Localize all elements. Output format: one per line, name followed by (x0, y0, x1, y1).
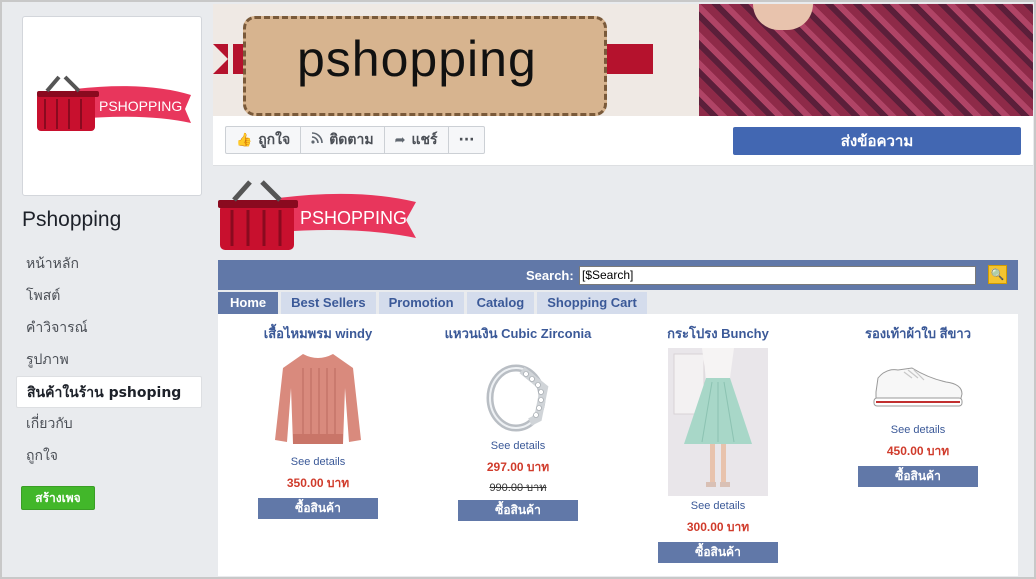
like-button[interactable]: 👍 ถูกใจ (226, 127, 302, 153)
product-card: เสื้อไหมพรม windy See details 350.00 บาท… (218, 314, 418, 519)
buy-button[interactable]: ซื้อสินค้า (658, 542, 778, 563)
product-title[interactable]: กระโปรง Bunchy (618, 323, 818, 344)
product-image-ring[interactable] (478, 348, 558, 436)
search-label: Search: (526, 268, 574, 283)
buy-button[interactable]: ซื้อสินค้า (858, 466, 978, 487)
product-price: 350.00 บาท (286, 476, 350, 490)
see-details-link[interactable]: See details (218, 456, 418, 468)
sidebar-item-likes[interactable]: ถูกใจ (16, 440, 202, 472)
product-title[interactable]: แหวนเงิน Cubic Zirconia (418, 323, 618, 344)
product-old-price: 990.00 บาท (489, 482, 547, 494)
sidebar-item-about[interactable]: เกี่ยวกับ (16, 408, 202, 440)
shop-tabs: Home Best Sellers Promotion Catalog Shop… (218, 292, 650, 314)
product-title[interactable]: เสื้อไหมพรม windy (218, 323, 418, 344)
product-card: รองเท้าผ้าใบ สีขาว See details 450.00 บา… (818, 314, 1018, 487)
tab-promotion[interactable]: Promotion (378, 292, 464, 314)
pshopping-logo: PSHOPPING (35, 75, 195, 139)
svg-text:PSHOPPING: PSHOPPING (300, 208, 407, 228)
tab-catalog[interactable]: Catalog (466, 292, 535, 314)
sidebar-item-reviews[interactable]: คำวิจารณ์ (16, 312, 202, 344)
share-arrow-icon: ➦ (394, 132, 406, 148)
cover-model-image (699, 4, 1033, 116)
product-title[interactable]: รองเท้าผ้าใบ สีขาว (818, 323, 1018, 344)
see-details-link[interactable]: See details (818, 424, 1018, 436)
profile-picture[interactable]: PSHOPPING (22, 16, 202, 196)
product-image-skirt[interactable] (668, 348, 768, 496)
sidebar-item-photos[interactable]: รูปภาพ (16, 344, 202, 376)
product-card: กระโปรง Bunchy See details 300.00 บาท ซื… (618, 314, 818, 563)
product-image-sneaker[interactable] (868, 348, 968, 420)
product-image-sweater[interactable] (273, 348, 363, 452)
sidebar-nav: หน้าหลัก โพสต์ คำวิจารณ์ รูปภาพ สินค้าใน… (16, 248, 202, 472)
product-price: 300.00 บาท (686, 520, 750, 534)
thumbs-up-icon: 👍 (236, 132, 253, 148)
cover-photo[interactable]: pshopping (213, 4, 1033, 116)
sidebar-item-posts[interactable]: โพสต์ (16, 280, 202, 312)
shop-logo: PSHOPPING (218, 180, 418, 256)
follow-button[interactable]: ติดตาม (301, 127, 385, 153)
page-action-bar: 👍 ถูกใจ ติดตาม ➦ แชร์ ··· ส่งข้อความ (213, 116, 1033, 166)
product-card: แหวนเงิน Cubic Zirconia See details 297.… (418, 314, 618, 521)
search-icon[interactable]: 🔍 (988, 265, 1007, 284)
buy-button[interactable]: ซื้อสินค้า (258, 498, 378, 519)
action-button-group: 👍 ถูกใจ ติดตาม ➦ แชร์ ··· (225, 126, 486, 154)
page-title: Pshopping (22, 208, 122, 231)
sidebar-item-home[interactable]: หน้าหลัก (16, 248, 202, 280)
sidebar-item-shop[interactable]: สินค้าในร้าน pshoping (16, 376, 202, 408)
product-price: 297.00 บาท (486, 460, 550, 474)
cover-title: pshopping (297, 31, 537, 87)
see-details-link[interactable]: See details (618, 500, 818, 512)
share-button[interactable]: ➦ แชร์ (385, 127, 449, 153)
product-price: 450.00 บาท (886, 444, 950, 458)
tab-shopping-cart[interactable]: Shopping Cart (537, 292, 647, 314)
more-button[interactable]: ··· (449, 127, 485, 153)
svg-text:PSHOPPING: PSHOPPING (99, 98, 182, 114)
buy-button[interactable]: ซื้อสินค้า (458, 500, 578, 521)
create-page-button[interactable]: สร้างเพจ (21, 486, 95, 510)
send-message-button[interactable]: ส่งข้อความ (733, 127, 1021, 155)
see-details-link[interactable]: See details (418, 440, 618, 452)
shop-search-bar: Search: [$Search] 🔍 (218, 260, 1018, 290)
search-input[interactable]: [$Search] (579, 266, 976, 285)
tab-home[interactable]: Home (218, 292, 279, 314)
rss-icon (311, 132, 323, 148)
tab-best-sellers[interactable]: Best Sellers (281, 292, 376, 314)
product-grid: เสื้อไหมพรม windy See details 350.00 บาท… (218, 314, 1018, 576)
more-icon: ··· (458, 132, 475, 148)
